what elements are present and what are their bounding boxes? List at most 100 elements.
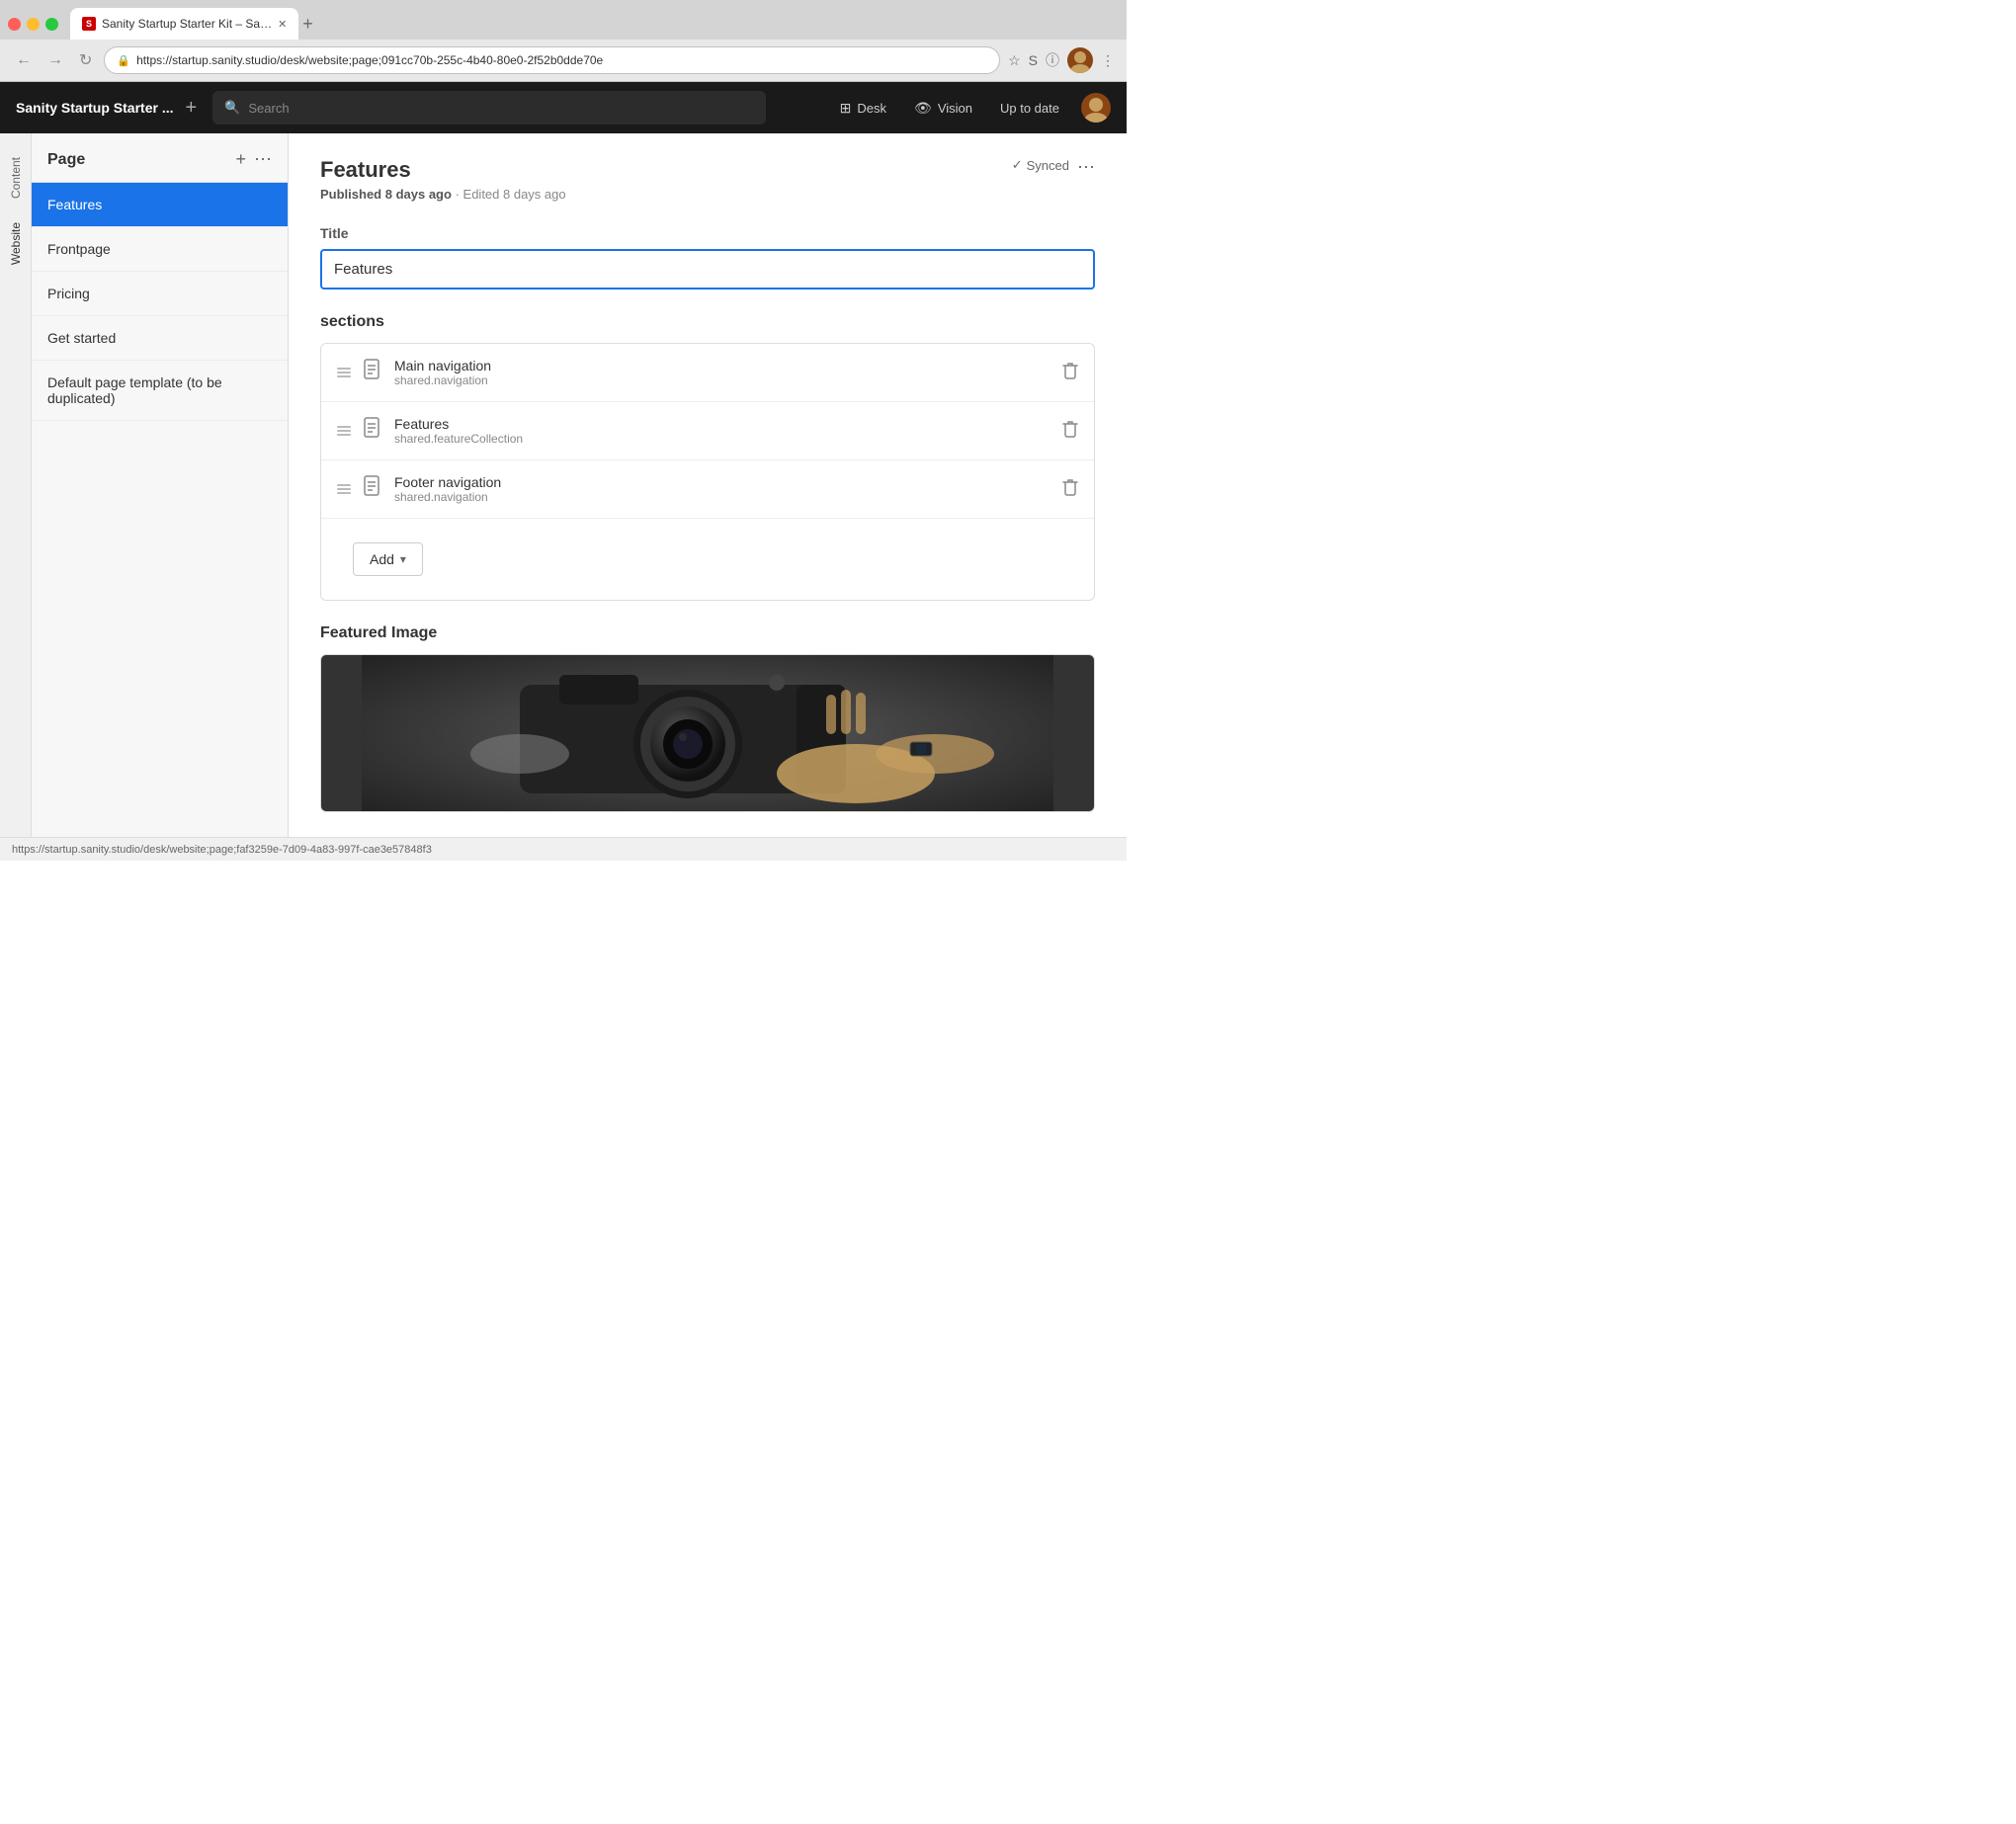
page-list-header: Page + ⋯ [32, 133, 288, 183]
tab-close-button[interactable]: ✕ [278, 18, 287, 31]
forward-button[interactable]: → [43, 49, 67, 71]
active-browser-tab[interactable]: S Sanity Startup Starter Kit – Sa… ✕ [70, 8, 298, 40]
content-title: Features [320, 157, 1012, 183]
info-button[interactable]: ⓘ [1046, 50, 1059, 70]
minimize-window-button[interactable] [27, 18, 40, 31]
featured-image-container[interactable] [320, 654, 1095, 812]
section-delete-button[interactable] [1062, 420, 1078, 443]
add-section-button[interactable]: Add ▾ [353, 542, 423, 576]
section-item-footer-nav[interactable]: Footer navigation shared.navigation [321, 460, 1094, 519]
search-bar[interactable]: 🔍 [212, 91, 766, 124]
section-delete-button[interactable] [1062, 362, 1078, 384]
page-item-get-started[interactable]: Get started [32, 316, 288, 361]
sanity-icon-button[interactable]: S [1029, 52, 1038, 68]
section-info: Main navigation shared.navigation [394, 358, 1050, 387]
content-more-button[interactable]: ⋯ [1077, 157, 1095, 178]
page-item-default-template[interactable]: Default page template (to be duplicated) [32, 361, 288, 421]
sections-container: Main navigation shared.navigation [320, 343, 1095, 601]
content-status: ✓ Synced [1012, 157, 1069, 173]
nav-vision[interactable]: 👁 Vision [900, 94, 986, 123]
page-list-actions: + ⋯ [235, 149, 272, 170]
browser-action-buttons: ☆ S ⓘ ⋮ [1008, 47, 1115, 73]
section-delete-button[interactable] [1062, 478, 1078, 501]
section-type: shared.navigation [394, 373, 1050, 387]
website-tab-label: Website [9, 222, 23, 265]
close-window-button[interactable] [8, 18, 21, 31]
section-type: shared.featureCollection [394, 432, 1050, 446]
back-button[interactable]: ← [12, 49, 36, 71]
page-item-frontpage[interactable]: Frontpage [32, 227, 288, 272]
status-bar: https://startup.sanity.studio/desk/websi… [0, 837, 1127, 861]
browser-tab-bar: S Sanity Startup Starter Kit – Sa… ✕ + [0, 0, 1127, 40]
app-body: Content Website Page + ⋯ Features Frontp… [0, 133, 1127, 837]
title-field-label: Title [320, 225, 1095, 241]
section-item-features[interactable]: Features shared.featureCollection [321, 402, 1094, 460]
sidebar-tabs: Content Website [0, 133, 32, 837]
drag-handle-icon[interactable] [337, 484, 351, 494]
browser-chrome: S Sanity Startup Starter Kit – Sa… ✕ + ←… [0, 0, 1127, 82]
app-navigation: ⊞ Desk 👁 Vision Up to date [826, 93, 1111, 123]
page-item-label: Features [47, 197, 102, 212]
add-page-button[interactable]: + [235, 149, 246, 170]
lock-icon: 🔒 [117, 54, 130, 67]
chevron-down-icon: ▾ [400, 552, 406, 566]
bookmark-button[interactable]: ☆ [1008, 52, 1021, 69]
section-name: Main navigation [394, 358, 1050, 373]
page-item-pricing[interactable]: Pricing [32, 272, 288, 316]
drag-handle-icon[interactable] [337, 426, 351, 436]
published-label: Published 8 days ago [320, 187, 452, 202]
page-item-label: Frontpage [47, 241, 111, 257]
search-icon: 🔍 [224, 100, 240, 116]
title-text-input[interactable] [320, 249, 1095, 290]
nav-desk-label: Desk [857, 101, 886, 116]
desk-icon: ⊞ [840, 100, 852, 117]
sections-add-row: Add ▾ [321, 519, 1094, 600]
document-icon [363, 475, 382, 503]
section-name: Footer navigation [394, 474, 1050, 490]
section-info: Features shared.featureCollection [394, 416, 1050, 446]
browser-window-controls [8, 18, 58, 31]
browser-user-avatar[interactable] [1067, 47, 1093, 73]
maximize-window-button[interactable] [45, 18, 58, 31]
tab-title: Sanity Startup Starter Kit – Sa… [102, 17, 272, 31]
eye-icon: 👁 [914, 100, 932, 117]
edited-label: Edited 8 days ago [463, 187, 566, 202]
app-add-button[interactable]: + [185, 97, 197, 120]
content-meta: Published 8 days ago · Edited 8 days ago [320, 187, 1095, 202]
search-input[interactable] [248, 101, 754, 116]
sidebar-tab-content[interactable]: Content [3, 145, 29, 210]
nav-up-to-date[interactable]: Up to date [986, 95, 1073, 122]
app-header: Sanity Startup Starter ... + 🔍 ⊞ Desk 👁 … [0, 82, 1127, 133]
section-name: Features [394, 416, 1050, 432]
document-icon [363, 417, 382, 445]
content-panel: Features ✓ Synced ⋯ Published 8 days ago… [289, 133, 1127, 837]
more-browser-options[interactable]: ⋮ [1101, 52, 1115, 69]
url-text: https://startup.sanity.studio/desk/websi… [136, 53, 603, 67]
featured-image-svg [321, 655, 1094, 812]
reload-button[interactable]: ↻ [75, 48, 96, 72]
section-info: Footer navigation shared.navigation [394, 474, 1050, 504]
content-header: Features ✓ Synced ⋯ [320, 157, 1095, 183]
synced-status: Synced [1027, 158, 1069, 173]
new-tab-button[interactable]: + [302, 15, 313, 33]
page-item-label: Pricing [47, 286, 90, 301]
section-item-main-nav[interactable]: Main navigation shared.navigation [321, 344, 1094, 402]
browser-address-bar: ← → ↻ 🔒 https://startup.sanity.studio/de… [0, 40, 1127, 81]
address-bar[interactable]: 🔒 https://startup.sanity.studio/desk/web… [104, 46, 1000, 74]
sidebar-tab-website[interactable]: Website [3, 210, 29, 277]
page-item-label: Get started [47, 330, 116, 346]
nav-desk[interactable]: ⊞ Desk [826, 94, 900, 123]
page-item-features[interactable]: Features [32, 183, 288, 227]
tab-favicon: S [82, 17, 96, 31]
nav-vision-label: Vision [938, 101, 972, 116]
page-item-label: Default page template (to be duplicated) [47, 374, 222, 406]
page-list-panel: Page + ⋯ Features Frontpage Pricing Get … [32, 133, 289, 837]
content-tab-label: Content [9, 157, 23, 199]
page-list-title: Page [47, 151, 235, 169]
meta-separator: · [456, 187, 460, 202]
document-icon [363, 359, 382, 386]
drag-handle-icon[interactable] [337, 368, 351, 377]
featured-image-label: Featured Image [320, 624, 1095, 642]
page-list-more-button[interactable]: ⋯ [254, 149, 272, 170]
user-avatar-header[interactable] [1081, 93, 1111, 123]
